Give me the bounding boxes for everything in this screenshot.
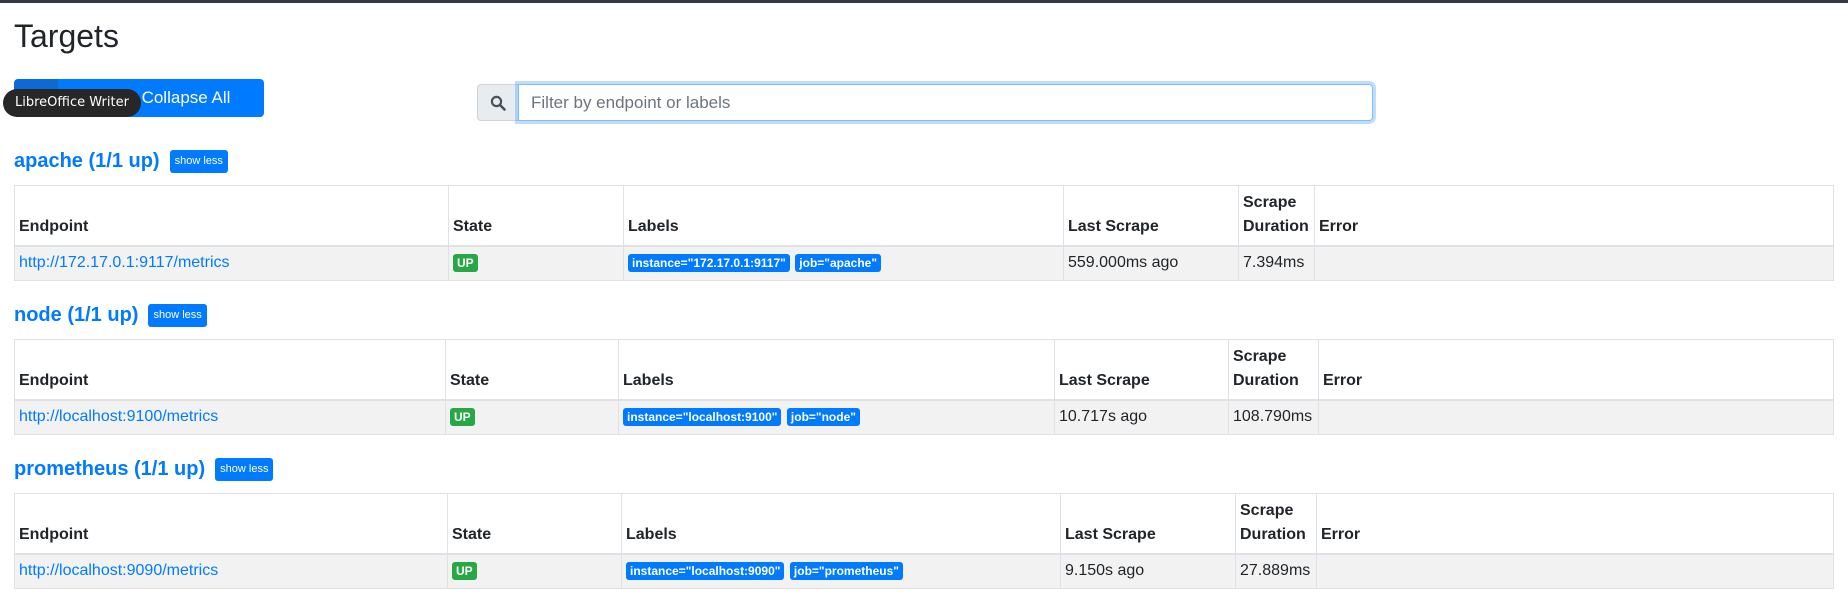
top-navbar-edge (0, 0, 1848, 3)
scrape-duration-cell: 7.394ms (1238, 245, 1315, 281)
pool-apache: apache (1/1 up) show less Endpoint State… (14, 146, 1834, 281)
pool-header: node (1/1 up) show less (14, 300, 1834, 330)
endpoint-link[interactable]: http://localhost:9100/metrics (19, 408, 218, 425)
header-error: Error (1316, 493, 1834, 555)
table-row: http://172.17.0.1:9117/metrics UP instan… (14, 245, 1834, 281)
label-badge: instance="localhost:9100" (623, 408, 782, 427)
state-badge: UP (453, 254, 478, 273)
endpoint-cell: http://localhost:9090/metrics (14, 553, 448, 589)
label-badge: job="apache" (795, 254, 882, 273)
show-less-button[interactable]: show less (215, 457, 274, 481)
header-state: State (447, 493, 622, 555)
state-badge: UP (452, 562, 477, 581)
search-group (477, 84, 1373, 121)
endpoint-link[interactable]: http://172.17.0.1:9117/metrics (19, 254, 230, 271)
state-cell: UP (445, 399, 619, 435)
header-labels: Labels (621, 493, 1061, 555)
table-header-row: Endpoint State Labels Last Scrape Scrape… (14, 185, 1834, 247)
last-scrape-cell: 559.000ms ago (1063, 245, 1239, 281)
show-less-button[interactable]: show less (148, 303, 207, 327)
header-scrape-duration: Scrape Duration (1235, 493, 1317, 555)
labels-cell: instance="localhost:9100" job="node" (618, 399, 1055, 435)
label-badge: instance="172.17.0.1:9117" (628, 254, 790, 273)
header-state: State (445, 339, 619, 401)
error-cell (1314, 245, 1834, 281)
state-cell: UP (448, 245, 624, 281)
header-labels: Labels (623, 185, 1064, 247)
label-badge: job="node" (786, 408, 860, 427)
error-cell (1318, 399, 1834, 435)
search-icon (477, 84, 518, 121)
table-row: http://localhost:9100/metrics UP instanc… (14, 399, 1834, 435)
endpoint-cell: http://localhost:9100/metrics (14, 399, 446, 435)
show-less-button[interactable]: show less (169, 149, 228, 173)
scrape-duration-cell: 27.889ms (1235, 553, 1317, 589)
header-state: State (448, 185, 624, 247)
header-error: Error (1318, 339, 1834, 401)
header-scrape-duration: Scrape Duration (1238, 185, 1315, 247)
endpoint-cell: http://172.17.0.1:9117/metrics (14, 245, 449, 281)
state-cell: UP (447, 553, 622, 589)
header-scrape-duration: Scrape Duration (1228, 339, 1319, 401)
pool-title-link[interactable]: apache (1/1 up) (14, 150, 160, 173)
header-endpoint: Endpoint (14, 185, 449, 247)
taskbar-tooltip: LibreOffice Writer (3, 89, 141, 117)
label-badge: instance="localhost:9090" (626, 562, 785, 581)
label-badge: job="prometheus" (789, 562, 903, 581)
header-error: Error (1314, 185, 1834, 247)
pool-node: node (1/1 up) show less Endpoint State L… (14, 300, 1834, 435)
search-input[interactable] (518, 84, 1373, 121)
page-title: Targets (14, 18, 119, 54)
header-labels: Labels (618, 339, 1055, 401)
header-last-scrape: Last Scrape (1060, 493, 1236, 555)
error-cell (1316, 553, 1834, 589)
targets-table: Endpoint State Labels Last Scrape Scrape… (14, 185, 1834, 281)
pool-title-link[interactable]: prometheus (1/1 up) (14, 458, 205, 481)
pool-header: prometheus (1/1 up) show less (14, 454, 1834, 484)
labels-cell: instance="localhost:9090" job="prometheu… (621, 553, 1061, 589)
state-badge: UP (450, 408, 475, 427)
endpoint-link[interactable]: http://localhost:9090/metrics (19, 562, 218, 579)
pool-prometheus: prometheus (1/1 up) show less Endpoint S… (14, 454, 1834, 589)
header-endpoint: Endpoint (14, 493, 448, 555)
targets-table: Endpoint State Labels Last Scrape Scrape… (14, 339, 1834, 435)
pool-header: apache (1/1 up) show less (14, 146, 1834, 176)
labels-cell: instance="172.17.0.1:9117" job="apache" (623, 245, 1064, 281)
pool-title-link[interactable]: node (1/1 up) (14, 304, 138, 327)
last-scrape-cell: 10.717s ago (1054, 399, 1229, 435)
last-scrape-cell: 9.150s ago (1060, 553, 1236, 589)
header-last-scrape: Last Scrape (1063, 185, 1239, 247)
table-row: http://localhost:9090/metrics UP instanc… (14, 553, 1834, 589)
header-endpoint: Endpoint (14, 339, 446, 401)
header-last-scrape: Last Scrape (1054, 339, 1229, 401)
scrape-duration-cell: 108.790ms (1228, 399, 1319, 435)
table-header-row: Endpoint State Labels Last Scrape Scrape… (14, 339, 1834, 401)
targets-table: Endpoint State Labels Last Scrape Scrape… (14, 493, 1834, 589)
table-header-row: Endpoint State Labels Last Scrape Scrape… (14, 493, 1834, 555)
